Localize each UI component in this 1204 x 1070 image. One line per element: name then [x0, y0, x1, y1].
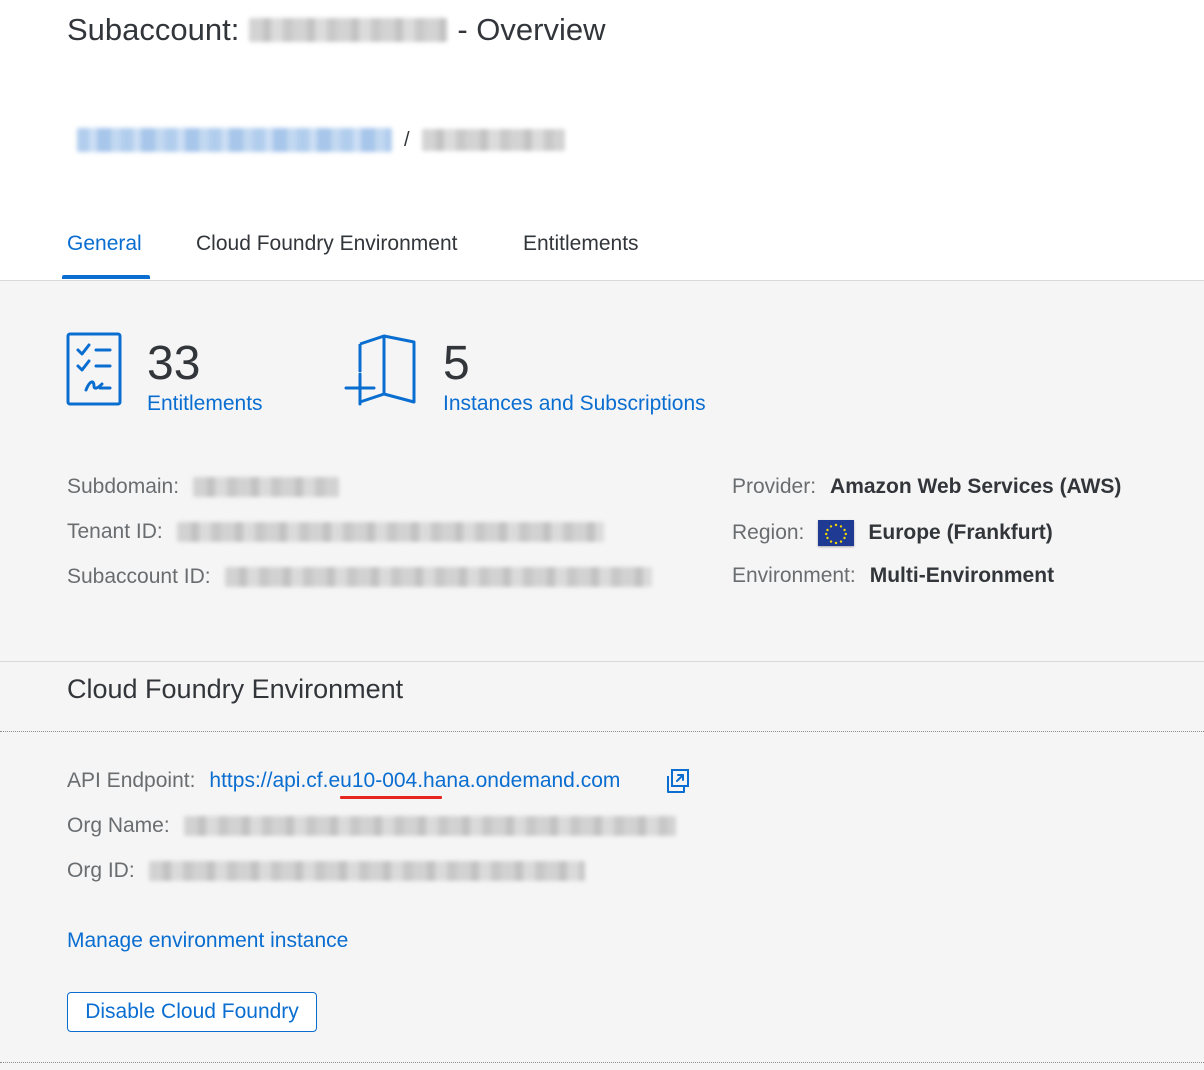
- redacted-subaccount-id: [224, 567, 652, 587]
- region-value: Europe (Frankfurt): [868, 521, 1053, 544]
- external-link-icon[interactable]: [664, 768, 690, 794]
- page-title: Subaccount: - Overview: [67, 12, 606, 48]
- org-id-field: Org ID:: [67, 859, 585, 883]
- redacted-org-name: [183, 816, 676, 836]
- api-endpoint-link[interactable]: https://api.cf.eu10-004.hana.ondemand.co…: [209, 769, 620, 793]
- tab-entitlements[interactable]: Entitlements: [523, 232, 639, 256]
- provider-label: Provider:: [732, 475, 817, 498]
- page-title-suffix: - Overview: [457, 12, 606, 47]
- subaccount-id-field: Subaccount ID:: [67, 565, 652, 589]
- environment-label: Environment:: [732, 564, 856, 587]
- eu-flag-icon: [818, 520, 855, 546]
- region-label: Region:: [732, 521, 805, 544]
- instances-subscriptions-link[interactable]: Instances and Subscriptions: [443, 392, 706, 416]
- instances-count: 5: [443, 337, 470, 390]
- breadcrumb-link-global-account[interactable]: [77, 128, 392, 152]
- api-endpoint-field: API Endpoint: https://api.cf.eu10-004.ha…: [67, 769, 620, 793]
- section-bottom-divider: [0, 1062, 1204, 1063]
- entitlements-checklist-icon: [66, 332, 122, 406]
- cf-section-title: Cloud Foundry Environment: [67, 674, 404, 704]
- environment-field: Environment: Multi-Environment: [732, 564, 1054, 588]
- breadcrumb: /: [77, 128, 565, 152]
- page-header: Subaccount: - Overview / General Cloud F…: [0, 0, 1204, 281]
- region-field: Region: Europe (Frankfurt): [732, 520, 1053, 546]
- page-title-prefix: Subaccount:: [67, 12, 240, 47]
- active-tab-indicator: [62, 275, 150, 279]
- provider-field: Provider: Amazon Web Services (AWS): [732, 475, 1121, 499]
- redacted-subaccount-name: [249, 18, 448, 42]
- org-name-label: Org Name:: [67, 814, 170, 837]
- section-divider: [0, 661, 1204, 662]
- section-title-divider: [0, 731, 1204, 732]
- breadcrumb-separator: /: [404, 128, 410, 151]
- provider-value: Amazon Web Services (AWS): [830, 475, 1122, 498]
- environment-value: Multi-Environment: [869, 564, 1055, 587]
- api-endpoint-label: API Endpoint:: [67, 769, 196, 792]
- redacted-subdomain: [193, 477, 340, 497]
- breadcrumb-current-subaccount: [421, 129, 565, 151]
- region-highlight-underline: [340, 796, 442, 799]
- org-name-field: Org Name:: [67, 814, 676, 838]
- instances-add-icon: [344, 334, 416, 406]
- tenant-id-label: Tenant ID:: [67, 520, 163, 543]
- disable-cloud-foundry-button[interactable]: Disable Cloud Foundry: [67, 992, 317, 1032]
- tenant-id-field: Tenant ID:: [67, 520, 604, 544]
- manage-environment-instance-link[interactable]: Manage environment instance: [67, 929, 348, 953]
- org-id-label: Org ID:: [67, 859, 135, 882]
- entitlements-count: 33: [147, 337, 201, 390]
- redacted-tenant-id: [176, 522, 604, 542]
- subdomain-field: Subdomain:: [67, 475, 340, 499]
- subaccount-id-label: Subaccount ID:: [67, 565, 211, 588]
- subdomain-label: Subdomain:: [67, 475, 180, 498]
- tab-general[interactable]: General: [67, 232, 142, 256]
- tab-cloud-foundry-environment[interactable]: Cloud Foundry Environment: [196, 232, 457, 256]
- redacted-org-id: [148, 861, 585, 881]
- entitlements-link[interactable]: Entitlements: [147, 392, 263, 416]
